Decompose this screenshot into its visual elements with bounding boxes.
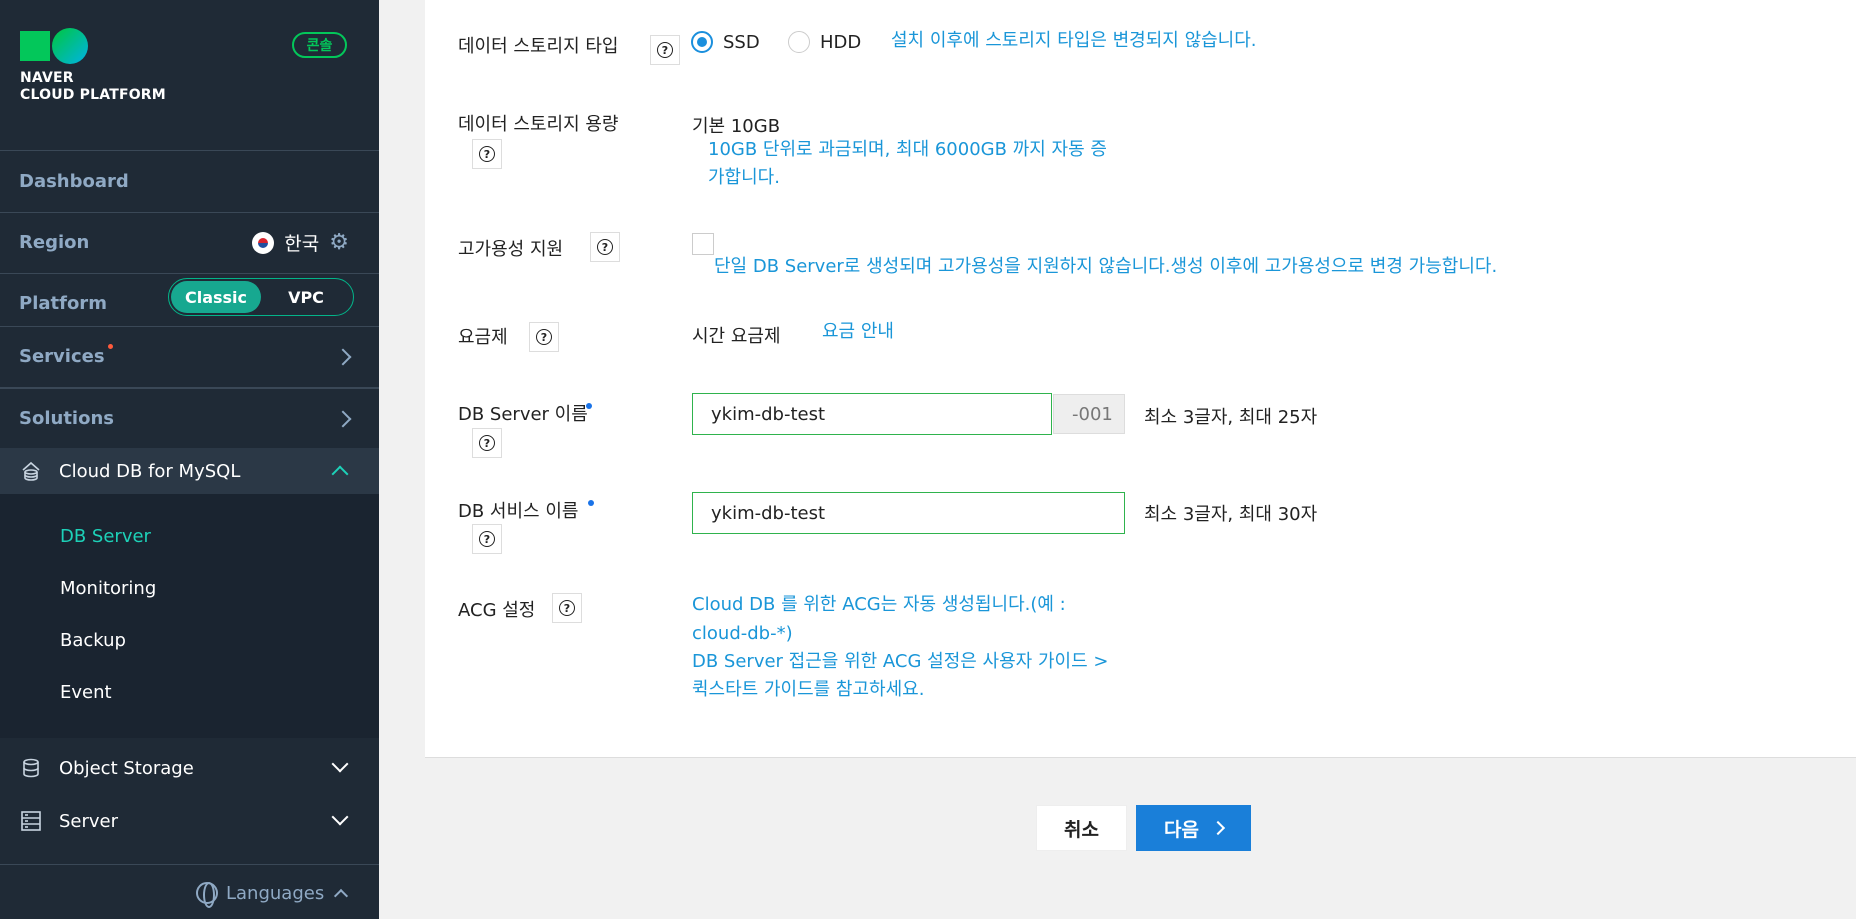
help-icon[interactable]: ? xyxy=(552,593,582,623)
help-glyph: ? xyxy=(536,329,552,345)
region-label: Region xyxy=(19,232,90,253)
help-glyph: ? xyxy=(597,239,613,255)
help-icon[interactable]: ? xyxy=(472,139,502,169)
platform-toggle[interactable]: Classic VPC xyxy=(168,278,354,316)
submenu-event[interactable]: Event xyxy=(60,682,112,703)
section-cloud-db-mysql-label: Cloud DB for MySQL xyxy=(59,460,241,482)
help-glyph: ? xyxy=(479,531,495,547)
next-button[interactable]: 다음 xyxy=(1136,805,1251,851)
logo-line2: CLOUD PLATFORM xyxy=(20,87,166,103)
naver-cloud-logo[interactable]: NAVER CLOUD PLATFORM xyxy=(20,28,166,104)
nav-server-label: Server xyxy=(59,810,119,832)
nav-region: Region 한국 ⚙ xyxy=(0,212,379,273)
pricing-guide-link[interactable]: 요금 안내 xyxy=(822,318,894,345)
platform-label: Platform xyxy=(19,293,107,314)
db-server-name-hint: 최소 3글자, 최대 25자 xyxy=(1144,407,1318,428)
help-glyph: ? xyxy=(657,42,673,58)
gear-icon[interactable]: ⚙ xyxy=(329,230,349,255)
region-selector[interactable]: 한국 ⚙ xyxy=(252,229,349,256)
storage-type-info: 설치 이후에 스토리지 타입은 변경되지 않습니다. xyxy=(891,30,1257,51)
help-icon[interactable]: ? xyxy=(472,524,502,554)
help-icon[interactable]: ? xyxy=(590,232,620,262)
submenu xyxy=(0,494,379,738)
sidebar: NAVER CLOUD PLATFORM 콘솔 Dashboard Region… xyxy=(0,0,379,919)
cancel-button[interactable]: 취소 xyxy=(1036,805,1127,851)
submenu-backup[interactable]: Backup xyxy=(60,630,126,651)
logo-line1: NAVER xyxy=(20,70,74,86)
logo-mark-icon xyxy=(20,28,166,64)
notification-dot xyxy=(107,344,113,349)
console-badge[interactable]: 콘솔 xyxy=(292,32,347,58)
required-dot xyxy=(586,403,592,409)
languages-label: Languages xyxy=(226,882,325,904)
radio-hdd[interactable] xyxy=(788,31,810,53)
pricing-value: 시간 요금제 xyxy=(692,326,781,347)
korea-flag-icon xyxy=(252,231,275,254)
acg-label: ACG 설정 xyxy=(458,600,536,621)
form-card xyxy=(425,0,1856,758)
nav-solutions-label: Solutions xyxy=(19,408,114,429)
help-glyph: ? xyxy=(559,600,575,616)
database-icon xyxy=(19,459,43,483)
acg-info-line3[interactable]: DB Server 접근을 위한 ACG 설정은 사용자 가이드 > xyxy=(692,648,1108,675)
nav-server[interactable]: Server xyxy=(0,795,379,847)
nav-object-storage-label: Object Storage xyxy=(59,757,194,779)
platform-option-classic[interactable]: Classic xyxy=(171,281,261,313)
high-availability-info: 단일 DB Server로 생성되며 고가용성을 지원하지 않습니다.생성 이후… xyxy=(714,256,1498,277)
nav-object-storage[interactable]: Object Storage xyxy=(0,742,379,794)
help-icon[interactable]: ? xyxy=(472,428,502,458)
radio-ssd-label: SSD xyxy=(723,32,760,53)
server-icon xyxy=(19,809,43,833)
acg-info-line1: Cloud DB 를 위한 ACG는 자동 생성됩니다.(예 : xyxy=(692,594,1066,615)
high-availability-checkbox[interactable] xyxy=(692,233,714,255)
acg-info-line2: cloud-db-*) xyxy=(692,623,793,644)
acg-info-line4[interactable]: 퀵스타트 가이드를 참고하세요. xyxy=(692,676,924,703)
platform-option-vpc[interactable]: VPC xyxy=(261,281,351,313)
radio-hdd-label: HDD xyxy=(820,32,862,53)
storage-capacity-value: 기본 10GB xyxy=(692,116,781,137)
storage-capacity-label: 데이터 스토리지 용량 xyxy=(458,114,619,135)
nav-solutions[interactable]: Solutions xyxy=(0,389,379,448)
languages-selector[interactable]: Languages xyxy=(196,882,349,908)
help-icon[interactable]: ? xyxy=(529,322,559,352)
storage-capacity-info-line1: 10GB 단위로 과금되며, 최대 6000GB 까지 자동 증 xyxy=(708,139,1107,160)
section-cloud-db-mysql[interactable]: Cloud DB for MySQL xyxy=(0,448,379,494)
logo-text: NAVER CLOUD PLATFORM xyxy=(20,70,166,104)
next-button-label: 다음 xyxy=(1164,818,1199,841)
db-service-name-label: DB 서비스 이름 xyxy=(458,501,579,522)
db-server-name-label: DB Server 이름 xyxy=(458,404,588,425)
nav-dashboard-label: Dashboard xyxy=(19,170,129,192)
chevron-down-icon xyxy=(331,808,349,826)
region-value: 한국 xyxy=(284,233,320,255)
divider xyxy=(0,864,379,865)
pricing-label: 요금제 xyxy=(458,327,508,348)
help-icon[interactable]: ? xyxy=(650,35,680,65)
chevron-up-icon xyxy=(331,465,349,483)
chevron-up-icon xyxy=(334,888,349,904)
db-server-name-input[interactable]: ykim-db-test xyxy=(692,393,1052,435)
chevron-right-icon xyxy=(334,410,352,427)
submenu-monitoring[interactable]: Monitoring xyxy=(60,578,156,599)
db-server-name-suffix: -001 xyxy=(1053,394,1125,434)
chevron-right-icon xyxy=(1210,820,1226,836)
nav-services[interactable]: Services xyxy=(0,326,379,387)
help-glyph: ? xyxy=(479,146,495,162)
high-availability-label: 고가용성 지원 xyxy=(458,239,564,260)
chevron-down-icon xyxy=(331,755,349,773)
cancel-button-label: 취소 xyxy=(1064,818,1099,841)
storage-type-label: 데이터 스토리지 타입 xyxy=(458,36,619,57)
required-dot xyxy=(588,500,594,506)
radio-ssd[interactable] xyxy=(691,31,713,53)
storage-capacity-info-line2: 가합니다. xyxy=(708,167,780,188)
nav-dashboard[interactable]: Dashboard xyxy=(0,150,379,212)
globe-icon xyxy=(196,882,218,908)
nav-services-label: Services xyxy=(19,346,105,367)
help-glyph: ? xyxy=(479,435,495,451)
object-storage-icon xyxy=(19,756,43,780)
db-service-name-hint: 최소 3글자, 최대 30자 xyxy=(1144,504,1318,525)
chevron-right-icon xyxy=(334,348,352,365)
db-service-name-input[interactable]: ykim-db-test xyxy=(692,492,1125,534)
submenu-db-server[interactable]: DB Server xyxy=(60,526,151,547)
